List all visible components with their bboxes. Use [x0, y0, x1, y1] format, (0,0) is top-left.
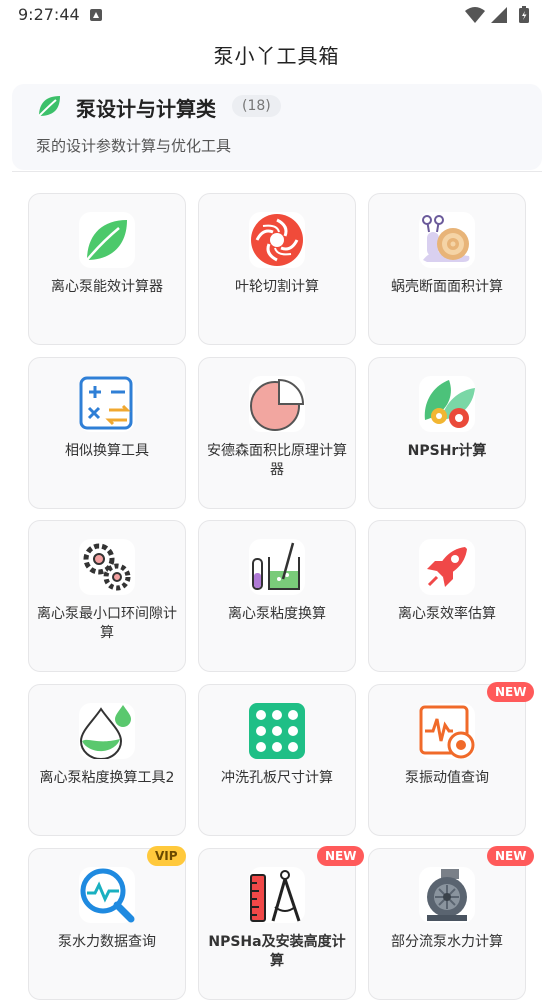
tool-card[interactable]: 相似换算工具: [28, 357, 186, 509]
pie-chart-icon: [249, 376, 305, 432]
gears-icon: [79, 539, 135, 595]
tool-label: 泵水力数据查询: [58, 934, 156, 950]
tool-card[interactable]: 离心泵粘度换算: [198, 520, 356, 672]
tool-label: 部分流泵水力计算: [391, 934, 503, 950]
calculator-icon: [79, 376, 135, 432]
tool-card[interactable]: 蜗壳断面面积计算: [368, 193, 526, 345]
tool-label: 泵振动值查询: [405, 770, 489, 786]
snail-icon: [419, 212, 475, 268]
new-badge: NEW: [487, 846, 535, 866]
tool-card[interactable]: 离心泵最小口环间隙计算: [28, 520, 186, 672]
tool-card[interactable]: 泵水力数据查询 VIP: [28, 846, 186, 1000]
tool-card[interactable]: NPSHr计算: [368, 357, 526, 509]
new-badge: NEW: [487, 682, 535, 702]
tool-label: 离心泵粘度换算工具2: [39, 770, 175, 786]
tool-card[interactable]: 离心泵粘度换算工具2: [28, 684, 186, 836]
tool-card[interactable]: 离心泵能效计算器: [28, 193, 186, 345]
tool-label: 相似换算工具: [65, 443, 149, 459]
ruler-compass-icon: [249, 867, 305, 923]
tool-label: 安德森面积比原理计算器: [207, 443, 347, 478]
lab-beaker-icon: [249, 539, 305, 595]
tool-label: 叶轮切割计算: [235, 279, 319, 295]
rocket-icon: [419, 539, 475, 595]
tool-card[interactable]: 部分流泵水力计算 NEW: [368, 846, 535, 1000]
new-badge: NEW: [317, 846, 365, 866]
tool-card[interactable]: NPSHa及安装高度计算 NEW: [198, 846, 365, 1000]
tool-label: 离心泵效率估算: [398, 606, 496, 622]
tools-grid: 离心泵能效计算器 叶轮切割计算 蜗壳断面面积计算 相似换算工具 安德森面积比原理…: [0, 0, 553, 1000]
tool-card[interactable]: 安德森面积比原理计算器: [198, 357, 356, 509]
orifice-plate-icon: [249, 703, 305, 759]
tool-card[interactable]: 叶轮切割计算: [198, 193, 356, 345]
tool-label: 冲洗孔板尺寸计算: [221, 770, 333, 786]
leaf-gear-icon: [419, 376, 475, 432]
impeller-icon: [249, 212, 305, 268]
tool-label: 离心泵粘度换算: [228, 606, 326, 622]
magnifier-chart-icon: [79, 867, 135, 923]
tool-label: NPSHr计算: [407, 443, 487, 459]
vibration-monitor-icon: [419, 703, 475, 759]
tool-card[interactable]: 泵振动值查询 NEW: [368, 682, 535, 836]
tool-card[interactable]: 冲洗孔板尺寸计算: [198, 684, 356, 836]
leaf-icon: [79, 212, 135, 268]
droplet-icon: [79, 703, 135, 759]
vip-badge: VIP: [147, 846, 186, 866]
tool-label: 蜗壳断面面积计算: [391, 279, 503, 295]
tool-card[interactable]: 离心泵效率估算: [368, 520, 526, 672]
tool-label: NPSHa及安装高度计算: [208, 934, 346, 969]
tool-label: 离心泵能效计算器: [51, 279, 163, 295]
tool-label: 离心泵最小口环间隙计算: [37, 606, 177, 641]
pump-icon: [419, 867, 475, 923]
